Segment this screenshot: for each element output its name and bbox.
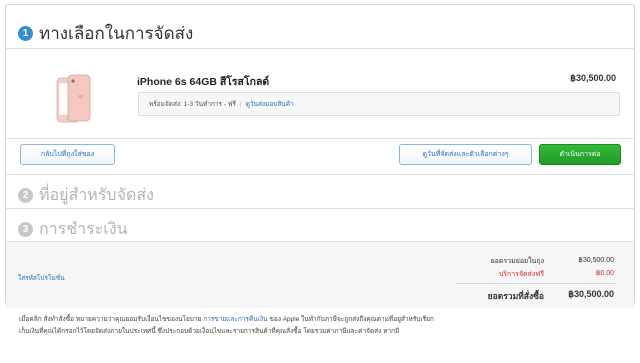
step-3-title: การชำระเงิน [39, 219, 128, 238]
back-to-bag-button[interactable]: กลับไปที่ถุงใส่ของ [20, 144, 115, 165]
step-2-header: 2 ที่อยู่สำหรับจัดส่ง [18, 183, 154, 208]
subtotal-value: ฿30,500.00 [578, 257, 614, 264]
product-image [56, 74, 91, 123]
divider [6, 174, 634, 175]
shipping-value: ฿0.00 [595, 270, 614, 277]
promo-code-link[interactable]: ใส่รหัสโปรโมชั่น [18, 273, 65, 283]
separator: | [239, 100, 242, 108]
total-value: ฿30,500.00 [568, 289, 614, 299]
step-2-number: 2 [18, 188, 33, 203]
shipping-info: พร้อมจัดส่ง: 1-3 วันทำการ - ฟรี [149, 101, 236, 108]
total-row: ยอดรวมที่สั่งซื้อ ฿30,500.00 [424, 289, 614, 303]
step-3-header: 3 การชำระเงิน [18, 217, 128, 242]
legal-text: ของ Apple ในทำกับภาษีจะถูกส่งถึงคุณตามที… [269, 316, 434, 323]
total-label: ยอดรวมที่สั่งซื้อ [487, 291, 544, 301]
product-name: iPhone 6s 64GB สีโรสโกลด์ [137, 76, 270, 88]
step-1-number: 1 [18, 26, 33, 41]
divider [6, 48, 634, 49]
divider [6, 208, 634, 209]
shipping-info-box: พร้อมจัดส่ง: 1-3 วันทำการ - ฟรี | ดูวันส… [138, 92, 620, 116]
legal-text: เมื่อคลิก สั่งทำสั่งซื้อ หมายความว่าคุณย… [19, 316, 202, 323]
step-2-title: ที่อยู่สำหรับจัดส่ง [39, 185, 154, 204]
sales-policy-link[interactable]: การขายและการคืนเงิน [203, 316, 267, 323]
summary-divider [456, 283, 616, 284]
continue-button[interactable]: ดำเนินการต่อ [539, 144, 621, 165]
step-1-header: 1 ทางเลือกในการจัดส่ง [18, 20, 193, 47]
subtotal-row: ยอดรวมย่อยในถุง ฿30,500.00 [454, 256, 614, 267]
step-1-title: ทางเลือกในการจัดส่ง [39, 24, 194, 44]
shipping-label: บริการจัดส่งฟรี [498, 271, 544, 278]
legal-notice: เมื่อคลิก สั่งทำสั่งซื้อ หมายความว่าคุณย… [5, 314, 635, 338]
legal-text: เก็บเงินที่คุณได้กรอกไว้โดยจัดส่งภายในปร… [19, 328, 400, 335]
step-3-number: 3 [18, 222, 33, 237]
subtotal-label: ยอดรวมย่อยในถุง [490, 258, 544, 265]
delivery-date-link[interactable]: ดูวันส่งมอบสินค้า [246, 99, 294, 109]
product-price: ฿30,500.00 [570, 73, 616, 83]
shipping-row: บริการจัดส่งฟรี ฿0.00 [454, 269, 614, 280]
divider [6, 138, 634, 139]
view-delivery-options-button[interactable]: ดูวันที่จัดส่งและตัวเลือกต่างๆ [399, 144, 532, 165]
checkout-panel: 1 ทางเลือกในการจัดส่ง iPhone 6s 64GB สีโ… [5, 4, 635, 308]
